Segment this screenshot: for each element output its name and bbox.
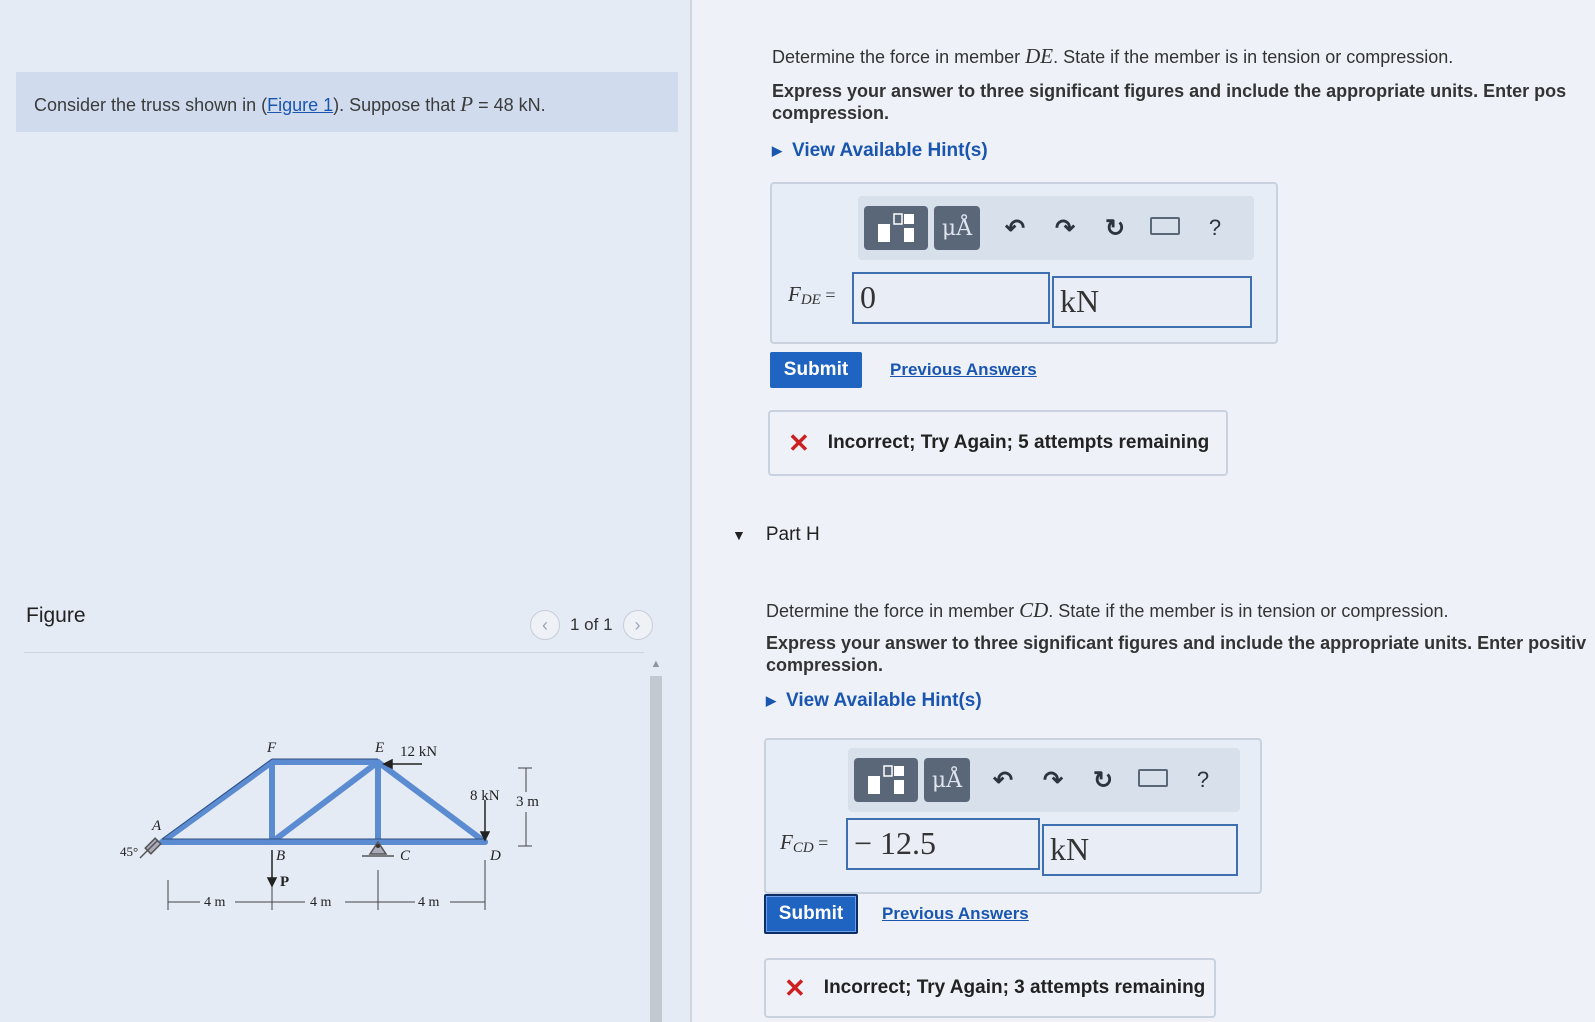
figure-heading: Figure	[26, 604, 86, 627]
figure-link[interactable]: Figure 1	[267, 95, 333, 115]
answer-label-sub: CD	[792, 840, 814, 856]
part-h-header[interactable]: ▼ Part H	[732, 524, 820, 546]
part-h-answer-label: FCD =	[780, 830, 828, 857]
templates-icon[interactable]	[864, 206, 928, 250]
part-g-question: Determine the force in member DE. State …	[772, 44, 1453, 69]
caret-right-icon: ▶	[766, 693, 776, 708]
hint-label: View Available Hint(s)	[792, 140, 988, 161]
label-height: 3 m	[516, 794, 539, 810]
member-ed	[375, 759, 488, 845]
instructions-line-2: compression.	[766, 655, 884, 675]
question-text-end: . State if the member is in tension or c…	[1048, 601, 1449, 621]
part-h-toolbar: μÅ ↶ ↷ ↻ ?	[848, 748, 1240, 812]
scroll-up-icon[interactable]: ▲	[648, 658, 664, 670]
undo-icon[interactable]: ↶	[978, 766, 1028, 795]
part-h-previous-answers-link[interactable]: Previous Answers	[882, 904, 1029, 924]
member-af	[159, 759, 275, 845]
help-icon[interactable]: ?	[1190, 215, 1240, 241]
part-g-hint-toggle[interactable]: ▶ View Available Hint(s)	[772, 140, 988, 162]
figure-pager: ‹ 1 of 1 ›	[530, 610, 653, 640]
pager-text: 1 of 1	[570, 615, 613, 634]
answer-label-main: F	[780, 830, 793, 854]
label-span-3: 4 m	[418, 895, 440, 910]
truss-figure: F E 12 kN A 45° B C D 8 kN 3 m P 4 m 4 m…	[120, 740, 539, 910]
feedback-text: Incorrect; Try Again; 5 attempts remaini…	[827, 432, 1210, 453]
label-b: B	[276, 848, 285, 864]
figure-divider	[24, 652, 644, 653]
answer-label-sub: DE	[800, 292, 821, 308]
label-span-2: 4 m	[310, 895, 332, 910]
question-text-end: . State if the member is in tension or c…	[1053, 47, 1454, 67]
part-g-toolbar: μÅ ↶ ↷ ↻ ?	[858, 196, 1254, 260]
label-load-d: 8 kN	[470, 788, 500, 804]
part-g-value-input[interactable]: 0	[852, 272, 1050, 324]
part-g-instructions: Express your answer to three significant…	[772, 80, 1566, 124]
label-a: A	[151, 818, 162, 834]
member-name: CD	[1019, 598, 1049, 622]
caret-down-icon: ▼	[732, 527, 746, 543]
part-g-answer-box: μÅ ↶ ↷ ↻ ? FDE = 0 kN	[770, 182, 1278, 344]
redo-icon[interactable]: ↷	[1028, 766, 1078, 795]
part-h-answer-box: μÅ ↶ ↷ ↻ ? FCD = − 12.5 kN	[764, 738, 1262, 894]
problem-text-after: = 48 kN.	[473, 95, 546, 115]
error-x-icon: ✕	[784, 972, 806, 1003]
answer-label-eq: =	[813, 833, 829, 853]
keyboard-icon[interactable]	[1140, 214, 1190, 242]
hint-label: View Available Hint(s)	[786, 690, 982, 711]
feedback-text: Incorrect; Try Again; 3 attempts remaini…	[823, 977, 1206, 998]
reset-icon[interactable]: ↻	[1078, 766, 1128, 795]
question-text: Determine the force in member	[772, 47, 1026, 67]
part-h-unit-input[interactable]: kN	[1042, 824, 1238, 876]
label-f: F	[266, 740, 277, 756]
problem-text-before: Consider the truss shown in (	[34, 95, 268, 115]
units-button[interactable]: μÅ	[924, 758, 970, 802]
scroll-thumb[interactable]	[650, 676, 662, 1022]
part-h-hint-toggle[interactable]: ▶ View Available Hint(s)	[766, 690, 982, 712]
label-c: C	[400, 848, 411, 864]
instructions-line-2: compression.	[772, 103, 890, 123]
part-h-instructions: Express your answer to three significant…	[766, 632, 1586, 676]
left-panel: Consider the truss shown in (Figure 1). …	[0, 0, 692, 1022]
caret-right-icon: ▶	[772, 143, 782, 158]
label-span-1: 4 m	[204, 895, 226, 910]
label-p: P	[280, 874, 289, 890]
problem-text-middle: ). Suppose that	[333, 95, 461, 115]
part-g-previous-answers-link[interactable]: Previous Answers	[890, 360, 1037, 380]
label-angle: 45°	[120, 844, 138, 859]
reset-icon[interactable]: ↻	[1090, 214, 1140, 243]
part-h-feedback: ✕ Incorrect; Try Again; 3 attempts remai…	[764, 958, 1216, 1018]
error-x-icon: ✕	[788, 427, 810, 458]
templates-icon[interactable]	[854, 758, 918, 802]
label-e: E	[374, 740, 384, 756]
redo-icon[interactable]: ↷	[1040, 214, 1090, 243]
member-name: DE	[1025, 44, 1054, 68]
chevron-left-icon[interactable]: ‹	[530, 610, 560, 640]
instructions-line-1: Express your answer to three significant…	[772, 81, 1567, 101]
part-g-unit-input[interactable]: kN	[1052, 276, 1252, 328]
part-g-feedback: ✕ Incorrect; Try Again; 5 attempts remai…	[768, 410, 1228, 476]
label-d: D	[489, 848, 501, 864]
part-h-value-input[interactable]: − 12.5	[846, 818, 1040, 870]
chevron-right-icon[interactable]: ›	[622, 610, 653, 640]
undo-icon[interactable]: ↶	[990, 214, 1040, 243]
question-text: Determine the force in member	[766, 601, 1020, 621]
part-h-question: Determine the force in member CD. State …	[766, 598, 1448, 623]
problem-variable: P	[460, 92, 474, 116]
part-g-submit-button[interactable]: Submit	[770, 352, 862, 388]
help-icon[interactable]: ?	[1178, 767, 1228, 793]
part-h-title: Part H	[765, 524, 820, 545]
part-g-answer-label: FDE =	[788, 282, 835, 309]
part-h-submit-button[interactable]: Submit	[764, 894, 858, 934]
keyboard-icon[interactable]	[1128, 766, 1178, 794]
figure-scrollbar[interactable]: ▲	[648, 658, 664, 1022]
answer-label-eq: =	[820, 285, 836, 305]
answer-label-main: F	[788, 282, 801, 306]
member-be	[269, 759, 381, 845]
label-load-e: 12 kN	[400, 744, 437, 760]
instructions-line-1: Express your answer to three significant…	[766, 633, 1587, 653]
units-button[interactable]: μÅ	[934, 206, 980, 250]
problem-statement: Consider the truss shown in (Figure 1). …	[16, 72, 678, 132]
